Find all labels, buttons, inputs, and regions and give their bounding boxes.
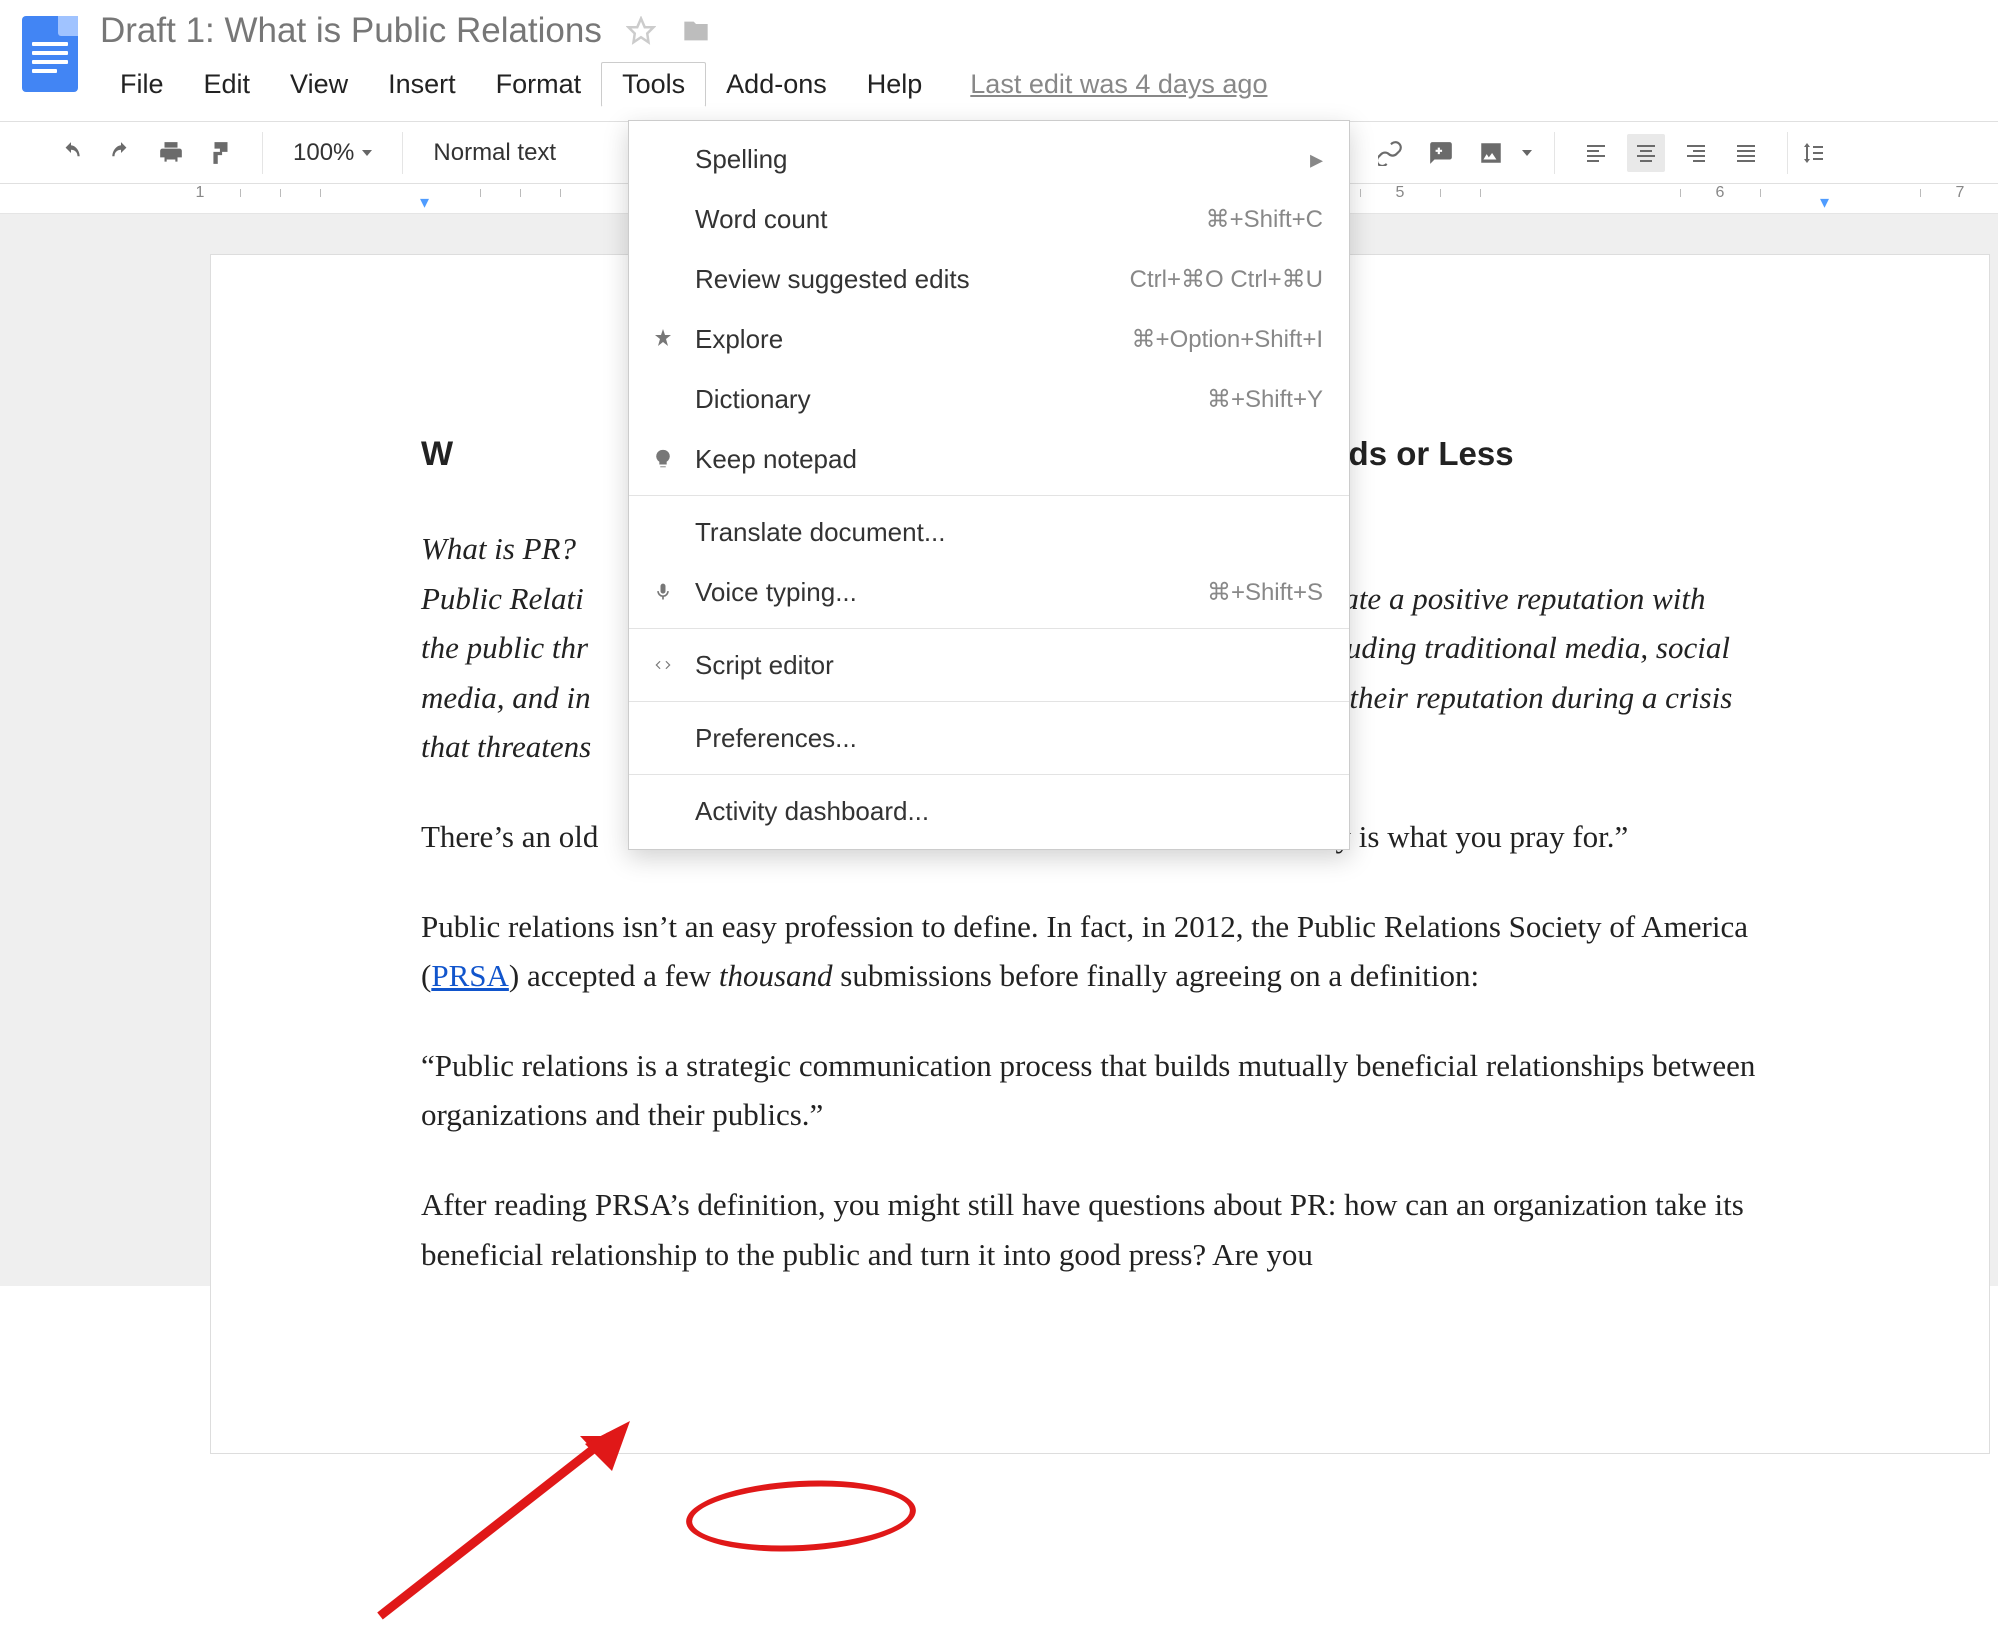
star-icon[interactable] xyxy=(626,16,656,46)
menu-item-dictionary[interactable]: Dictionary ⌘+Shift+Y xyxy=(629,369,1349,429)
menu-item-label: Activity dashboard... xyxy=(683,796,1323,827)
undo-button[interactable] xyxy=(52,134,90,172)
lightbulb-icon xyxy=(643,448,683,470)
insert-link-button[interactable] xyxy=(1372,134,1410,172)
menu-item-label: Word count xyxy=(683,204,1206,235)
align-center-button[interactable] xyxy=(1627,134,1665,172)
menu-item-voice-typing[interactable]: Voice typing... ⌘+Shift+S xyxy=(629,562,1349,622)
folder-icon[interactable] xyxy=(680,17,712,45)
menu-shortcut: ⌘+Option+Shift+I xyxy=(1132,325,1323,354)
insert-image-button[interactable] xyxy=(1472,134,1510,172)
docs-logo-icon[interactable] xyxy=(22,16,78,92)
chevron-down-icon xyxy=(362,150,372,156)
menu-item-label: Voice typing... xyxy=(683,577,1207,608)
menu-file[interactable]: File xyxy=(100,63,184,106)
chevron-right-icon: ▸ xyxy=(1310,144,1323,175)
menu-item-script-editor[interactable]: Script editor xyxy=(629,635,1349,695)
print-button[interactable] xyxy=(152,134,190,172)
ruler-number: 1 xyxy=(196,184,205,201)
menu-item-activity-dashboard[interactable]: Activity dashboard... xyxy=(629,781,1349,841)
paragraph: Public relations isn’t an easy professio… xyxy=(421,902,1819,1001)
menu-view[interactable]: View xyxy=(270,63,368,106)
indent-marker-icon[interactable]: ▾ xyxy=(420,192,429,213)
menu-shortcut: ⌘+Shift+S xyxy=(1207,578,1323,607)
menu-item-keep-notepad[interactable]: Keep notepad xyxy=(629,429,1349,489)
menu-item-label: Explore xyxy=(683,324,1132,355)
menu-format[interactable]: Format xyxy=(476,63,602,106)
menu-shortcut: ⌘+Shift+C xyxy=(1206,205,1323,234)
code-icon xyxy=(643,655,683,675)
menu-item-label: Spelling xyxy=(683,144,1310,175)
zoom-value: 100% xyxy=(293,139,354,167)
menu-item-preferences[interactable]: Preferences... xyxy=(629,708,1349,768)
menu-item-label: Keep notepad xyxy=(683,444,1323,475)
menu-separator xyxy=(629,701,1349,702)
menu-tools[interactable]: Tools xyxy=(601,62,706,107)
align-right-button[interactable] xyxy=(1677,134,1715,172)
paragraph-style-value: Normal text xyxy=(433,139,556,167)
explore-icon xyxy=(643,327,683,351)
menu-addons[interactable]: Add-ons xyxy=(706,63,847,106)
menu-item-translate[interactable]: Translate document... xyxy=(629,502,1349,562)
menu-separator xyxy=(629,774,1349,775)
align-justify-button[interactable] xyxy=(1727,134,1765,172)
heading-text: W xyxy=(421,435,453,473)
chevron-down-icon xyxy=(1522,150,1532,156)
add-comment-button[interactable] xyxy=(1422,134,1460,172)
menu-item-review-edits[interactable]: Review suggested edits Ctrl+⌘O Ctrl+⌘U xyxy=(629,249,1349,309)
menu-separator xyxy=(629,628,1349,629)
microphone-icon xyxy=(643,580,683,604)
menu-item-label: Script editor xyxy=(683,650,1323,681)
menu-item-explore[interactable]: Explore ⌘+Option+Shift+I xyxy=(629,309,1349,369)
paint-format-button[interactable] xyxy=(202,134,240,172)
menu-item-label: Dictionary xyxy=(683,384,1207,415)
paragraph-style-select[interactable]: Normal text xyxy=(419,139,570,167)
zoom-select[interactable]: 100% xyxy=(279,139,386,167)
align-left-button[interactable] xyxy=(1577,134,1615,172)
menu-edit[interactable]: Edit xyxy=(184,63,271,106)
ruler-number: 7 xyxy=(1956,184,1965,201)
menu-shortcut: ⌘+Shift+Y xyxy=(1207,385,1323,414)
prsa-link[interactable]: PRSA xyxy=(431,958,509,993)
document-title[interactable]: Draft 1: What is Public Relations xyxy=(100,10,602,52)
ruler-number: 6 xyxy=(1716,184,1725,201)
menu-item-label: Preferences... xyxy=(683,723,1323,754)
menu-insert[interactable]: Insert xyxy=(368,63,476,106)
last-edit-link[interactable]: Last edit was 4 days ago xyxy=(970,69,1267,100)
line-spacing-button[interactable] xyxy=(1794,134,1832,172)
right-indent-marker-icon[interactable]: ▾ xyxy=(1820,192,1829,213)
annotation-circle xyxy=(684,1475,917,1557)
menu-item-label: Review suggested edits xyxy=(683,264,1130,295)
ruler-number: 5 xyxy=(1396,184,1405,201)
menu-shortcut: Ctrl+⌘O Ctrl+⌘U xyxy=(1130,265,1323,294)
tools-dropdown: Spelling ▸ Word count ⌘+Shift+C Review s… xyxy=(628,120,1350,850)
menu-item-spelling[interactable]: Spelling ▸ xyxy=(629,129,1349,189)
menu-item-label: Translate document... xyxy=(683,517,1323,548)
menu-item-word-count[interactable]: Word count ⌘+Shift+C xyxy=(629,189,1349,249)
paragraph: After reading PRSA’s definition, you mig… xyxy=(421,1180,1819,1279)
menu-separator xyxy=(629,495,1349,496)
menu-help[interactable]: Help xyxy=(847,63,943,106)
paragraph: “Public relations is a strategic communi… xyxy=(421,1041,1819,1140)
redo-button[interactable] xyxy=(102,134,140,172)
